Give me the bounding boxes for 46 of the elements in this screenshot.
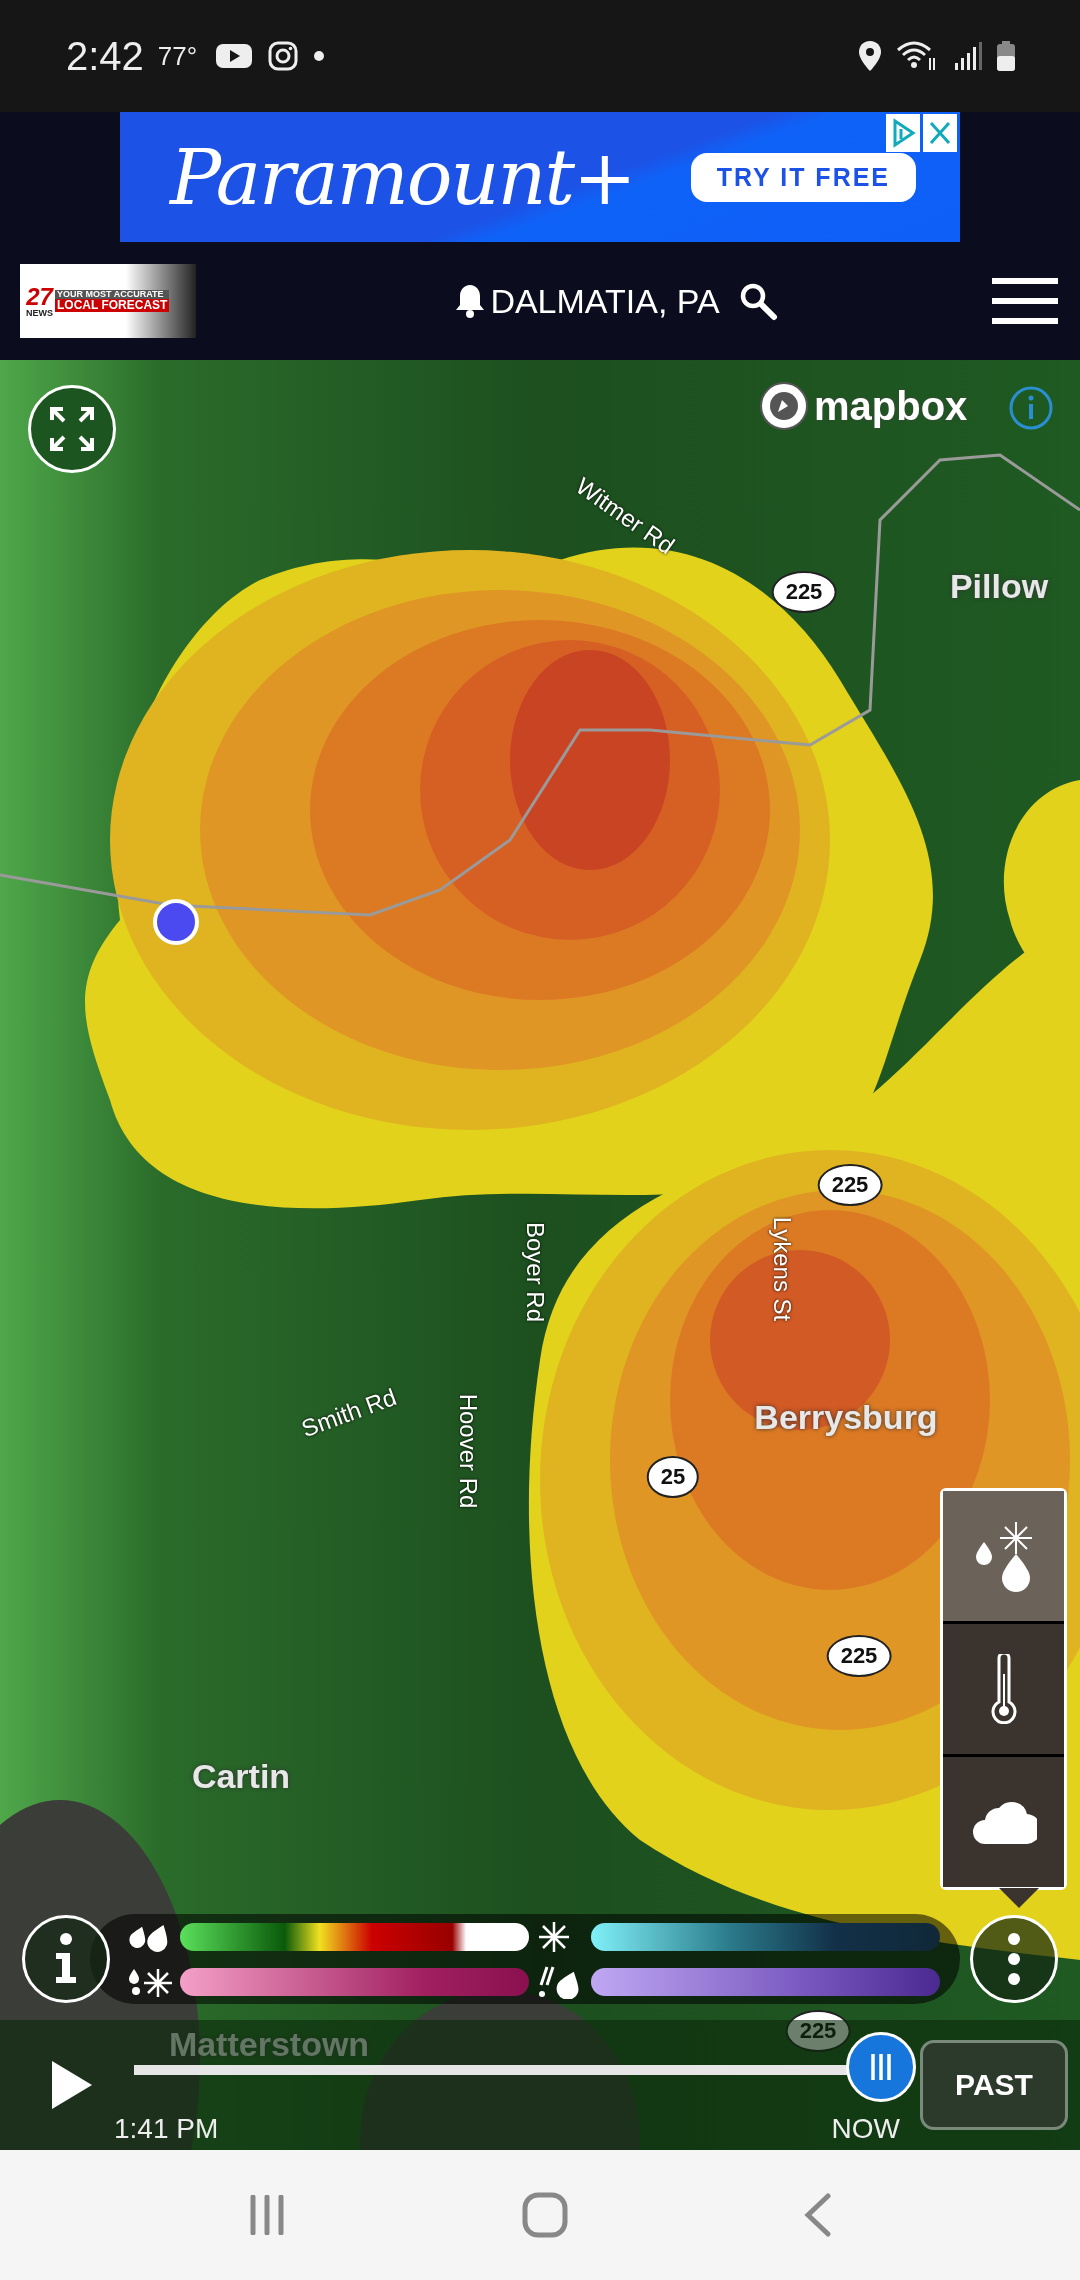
precipitation-layer-button[interactable]	[943, 1491, 1064, 1621]
place-label: Matterstown	[168, 2024, 370, 2064]
place-label: Cartin	[191, 1756, 291, 1796]
now-label: NOW	[831, 2113, 900, 2145]
bell-icon[interactable]	[454, 283, 487, 319]
logo-tagline: YOUR MOST ACCURATE	[55, 290, 170, 300]
thermometer-icon	[988, 1654, 1019, 1724]
more-vertical-icon	[1006, 1931, 1022, 1987]
camera-app-icon	[267, 40, 300, 72]
temperature-layer-button[interactable]	[943, 1624, 1064, 1754]
road-label: Lykens St	[768, 1216, 796, 1322]
location-name[interactable]: DALMATIA, PA	[490, 281, 720, 321]
try-free-button[interactable]: TRY IT FREE	[690, 152, 917, 202]
expand-icon	[49, 406, 95, 452]
ad-choices-icon[interactable]	[886, 114, 920, 152]
notification-dot-icon	[313, 50, 326, 62]
signal-icon	[954, 41, 982, 71]
start-time-label: 1:41 PM	[114, 2113, 219, 2145]
place-label: Pillow	[949, 566, 1049, 606]
home-icon[interactable]	[522, 2192, 568, 2238]
cloud-icon	[970, 1800, 1037, 1844]
grip-icon	[869, 2052, 893, 2082]
snow-icon	[537, 1919, 571, 1954]
road-label: Smith Rd	[297, 1382, 401, 1444]
mapbox-logo-icon	[758, 380, 810, 432]
panel-pointer	[999, 1888, 1039, 1908]
menu-icon[interactable]	[992, 278, 1058, 324]
logo-number: 27	[26, 284, 53, 309]
back-icon[interactable]	[802, 2193, 833, 2237]
status-time: 2:42	[66, 33, 144, 79]
status-temperature: 77°	[157, 40, 198, 72]
logo-tagline: LOCAL FORECAST	[55, 299, 170, 312]
location-pin-icon	[858, 40, 882, 72]
clouds-layer-button[interactable]	[943, 1757, 1064, 1887]
ad-banner[interactable]: Paramount+ TRY IT FREE	[120, 112, 960, 242]
place-label: Berrysburg	[754, 1397, 938, 1437]
play-icon[interactable]	[50, 2059, 94, 2111]
mapbox-attribution[interactable]: mapbox	[814, 383, 968, 429]
logo-news: NEWS	[26, 308, 53, 318]
battery-icon	[996, 40, 1016, 72]
close-icon[interactable]	[923, 114, 957, 152]
ad-brand-logo: Paramount+	[170, 132, 635, 222]
video-app-icon	[215, 42, 254, 70]
road-label: Boyer Rd	[521, 1222, 549, 1322]
road-label: Hoover Rd	[454, 1393, 482, 1509]
past-button[interactable]: PAST	[920, 2040, 1068, 2130]
